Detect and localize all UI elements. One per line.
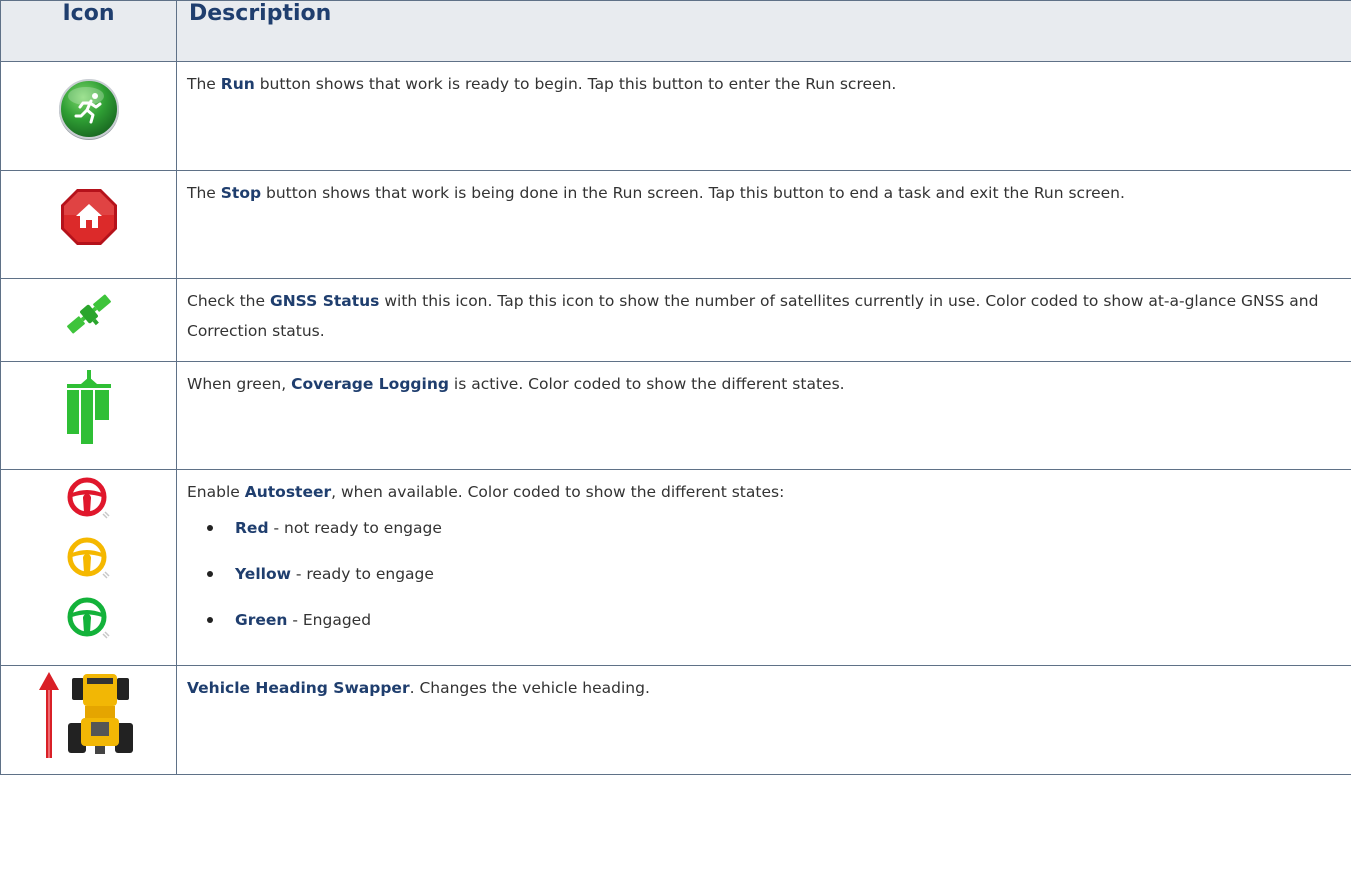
list-item: Yellow - ready to engage bbox=[207, 559, 1341, 589]
row-text-prefix: Check the bbox=[187, 292, 270, 310]
list-item: Green - Engaged bbox=[207, 605, 1341, 635]
state-yellow-label: Yellow bbox=[235, 565, 291, 583]
table-row: The Run button shows that work is ready … bbox=[0, 61, 1351, 171]
row-text-prefix: When green, bbox=[187, 375, 292, 393]
table-row: Vehicle Heading Swapper. Changes the veh… bbox=[0, 665, 1351, 775]
row-text-prefix: The bbox=[187, 75, 221, 93]
coverage-logging-icon bbox=[61, 368, 117, 452]
table-row: Enable Autosteer, when available. Color … bbox=[0, 469, 1351, 666]
state-red-text: - not ready to engage bbox=[268, 519, 442, 537]
table-header-row: Icon Description bbox=[0, 0, 1351, 62]
description-column-header: Description bbox=[176, 0, 1351, 62]
table-row: Check the GNSS Status with this icon. Ta… bbox=[0, 278, 1351, 362]
vehicle-heading-swapper-icon bbox=[19, 668, 159, 760]
row-text-suffix: button shows that work is being done in … bbox=[261, 184, 1125, 202]
state-green-label: Green bbox=[235, 611, 288, 629]
row-text-prefix: Enable bbox=[187, 483, 245, 501]
steering-wheel-red-icon bbox=[66, 476, 112, 524]
row-text-suffix: . Changes the vehicle heading. bbox=[409, 679, 650, 697]
icon-description-table: Icon Description The Run button shows th… bbox=[0, 0, 1351, 775]
autosteer-state-list: Red - not ready to engage Yellow - ready… bbox=[187, 513, 1341, 635]
gnss-satellite-icon bbox=[63, 289, 115, 339]
autosteer-icons bbox=[1, 470, 176, 648]
state-yellow-text: - ready to engage bbox=[290, 565, 434, 583]
state-red-label: Red bbox=[235, 519, 269, 537]
row-text-suffix: button shows that work is ready to begin… bbox=[254, 75, 897, 93]
row-text-suffix: , when available. Color coded to show th… bbox=[331, 483, 785, 501]
stop-button-icon bbox=[59, 187, 119, 247]
steering-wheel-green-icon bbox=[66, 596, 112, 644]
row-text-prefix: The bbox=[187, 184, 221, 202]
run-term: Run bbox=[220, 75, 255, 93]
stop-term: Stop bbox=[220, 184, 262, 202]
vehicle-heading-swapper-term: Vehicle Heading Swapper bbox=[187, 679, 410, 697]
autosteer-term: Autosteer bbox=[244, 483, 332, 501]
run-button-icon bbox=[56, 76, 122, 142]
table-row: When green, Coverage Logging is active. … bbox=[0, 361, 1351, 470]
row-text-suffix: is active. Color coded to show the diffe… bbox=[448, 375, 845, 393]
steering-wheel-yellow-icon bbox=[66, 536, 112, 584]
state-green-text: - Engaged bbox=[287, 611, 372, 629]
list-item: Red - not ready to engage bbox=[207, 513, 1341, 543]
gnss-status-term: GNSS Status bbox=[269, 292, 380, 310]
icon-column-header: Icon bbox=[0, 0, 177, 62]
table-row: The Stop button shows that work is being… bbox=[0, 170, 1351, 279]
coverage-logging-term: Coverage Logging bbox=[291, 375, 449, 393]
